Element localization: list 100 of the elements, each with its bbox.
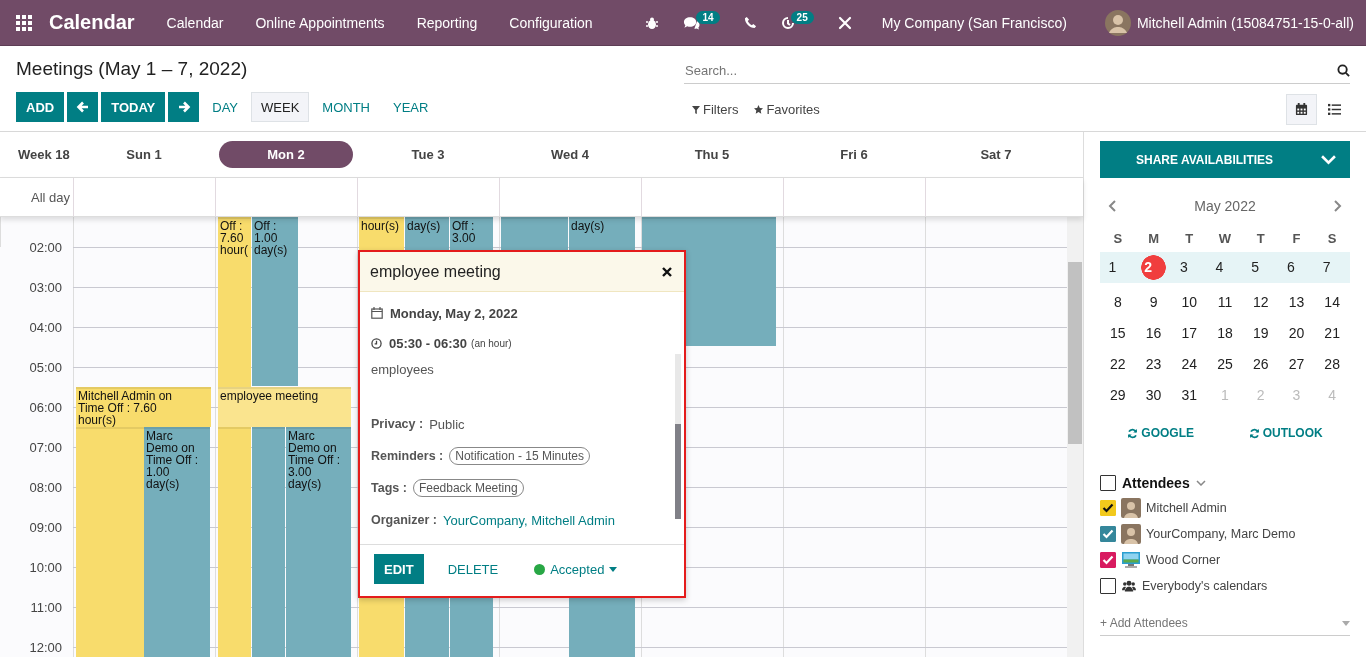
previous-button[interactable] xyxy=(67,92,99,122)
calendar-day[interactable]: 5 xyxy=(1242,252,1279,283)
next-month-icon[interactable] xyxy=(1334,200,1342,212)
user-menu[interactable]: Mitchell Admin (15084751-15-0-all) xyxy=(1136,14,1354,31)
attendees-filter-title[interactable]: Attendees xyxy=(1122,475,1190,491)
calendar-day[interactable]: 28 xyxy=(1314,349,1350,380)
apps-menu-icon[interactable] xyxy=(16,14,32,31)
organizer-link[interactable]: YourCompany, Mitchell Admin xyxy=(443,512,615,528)
calendar-day[interactable]: 12 xyxy=(1242,287,1279,318)
search-field[interactable]: Search... xyxy=(684,62,1337,78)
calendar-day[interactable]: 4 xyxy=(1207,252,1243,283)
scale-tab[interactable]: DAY xyxy=(202,92,248,122)
day-header[interactable]: Sun 1 xyxy=(73,141,215,168)
calendar-day[interactable]: 26 xyxy=(1242,349,1279,380)
calendar-event[interactable]: Off : 1.00 day(s) xyxy=(252,217,298,386)
user-avatar-icon[interactable] xyxy=(1104,9,1131,36)
calendar-day[interactable]: 30 xyxy=(1135,380,1172,411)
calendar-day[interactable]: 20 xyxy=(1278,318,1315,349)
activity-count-badge: 25 xyxy=(790,11,814,24)
calendar-view-button[interactable] xyxy=(1286,94,1317,125)
calendar-day[interactable]: 18 xyxy=(1207,318,1243,349)
checkbox[interactable] xyxy=(1100,552,1116,568)
scale-tab[interactable]: YEAR xyxy=(383,92,439,122)
calendar-day[interactable]: 2 xyxy=(1135,252,1172,283)
calendar-day[interactable]: 19 xyxy=(1242,318,1279,349)
clock-icon[interactable] xyxy=(780,15,795,30)
day-header[interactable]: Thu 5 xyxy=(641,141,783,168)
message-count-badge: 14 xyxy=(696,11,720,24)
event-date: Monday, May 2, 2022 xyxy=(390,305,518,321)
calendar-day[interactable]: 13 xyxy=(1278,287,1315,318)
checkbox[interactable] xyxy=(1100,578,1116,594)
calendar-day[interactable]: 11 xyxy=(1207,287,1243,318)
add-attendees-field[interactable]: + Add Attendees xyxy=(1100,616,1342,630)
next-button[interactable] xyxy=(168,92,200,122)
menu-item[interactable]: Configuration xyxy=(509,14,593,31)
calendar-day[interactable]: 14 xyxy=(1314,287,1350,318)
company-switcher[interactable]: My Company (San Francisco) xyxy=(881,14,1067,31)
menu-item[interactable]: Calendar xyxy=(166,14,224,31)
calendar-day[interactable]: 29 xyxy=(1100,380,1136,411)
calendar-event[interactable]: Off : 7.60 hour( xyxy=(218,217,251,387)
calendar-day[interactable]: 10 xyxy=(1171,287,1208,318)
calendar-day[interactable]: 9 xyxy=(1135,287,1172,318)
day-header[interactable]: Fri 6 xyxy=(783,141,925,168)
calendar-event[interactable]: employee meeting xyxy=(218,387,351,427)
sync-button[interactable]: OUTLOOK xyxy=(1242,425,1329,441)
monitor-icon xyxy=(1121,550,1141,570)
calendar-day[interactable]: 15 xyxy=(1100,318,1136,349)
previous-month-icon[interactable] xyxy=(1108,200,1116,212)
chevron-down-icon[interactable] xyxy=(1195,480,1206,486)
attendee-name[interactable]: Wood Corner xyxy=(1146,553,1221,567)
attendee-name[interactable]: Everybody's calendars xyxy=(1142,579,1268,593)
checkbox[interactable] xyxy=(1100,475,1116,491)
attendee-name[interactable]: YourCompany, Marc Demo xyxy=(1146,527,1296,541)
day-header[interactable]: Wed 4 xyxy=(499,141,641,168)
delete-button[interactable]: DELETE xyxy=(441,560,505,578)
scale-tab[interactable]: WEEK xyxy=(251,92,310,122)
calendar-day[interactable]: 23 xyxy=(1135,349,1172,380)
list-icon xyxy=(1328,103,1341,116)
calendar-event[interactable]: Marc Demo on Time Off : 1.00 day(s) xyxy=(144,427,210,657)
sync-button[interactable]: GOOGLE xyxy=(1121,425,1200,441)
add-button[interactable]: ADD xyxy=(16,92,65,122)
calendar-day[interactable]: 6 xyxy=(1278,252,1315,283)
day-header[interactable]: Mon 2 xyxy=(219,141,353,168)
scrollbar[interactable] xyxy=(1067,217,1083,657)
edit-button[interactable]: EDIT xyxy=(374,554,424,584)
calendar-event[interactable]: Marc Demo on Time Off : 3.00 day(s) xyxy=(286,427,351,657)
calendar-event[interactable]: Mitchell Admin on Time Off : 7.60 hour(s) xyxy=(76,387,211,427)
calendar-day[interactable]: 8 xyxy=(1100,287,1136,318)
calendar-day[interactable]: 17 xyxy=(1171,318,1208,349)
avatar-icon xyxy=(1121,498,1141,518)
calendar-day[interactable]: 3 xyxy=(1171,252,1208,283)
today-button[interactable]: TODAY xyxy=(101,92,166,122)
close-icon[interactable] xyxy=(662,266,672,277)
calendar-day[interactable]: 27 xyxy=(1278,349,1315,380)
day-header[interactable]: Sat 7 xyxy=(925,141,1067,168)
share-availabilities-button[interactable]: SHARE AVAILABILITIES xyxy=(1100,141,1350,178)
phone-icon[interactable] xyxy=(743,16,757,29)
attendance-status-dropdown[interactable]: Accepted xyxy=(528,560,624,578)
hour-label: 05:00 xyxy=(28,360,63,375)
search-icon[interactable] xyxy=(1337,63,1350,77)
calendar-day[interactable]: 16 xyxy=(1135,318,1172,349)
calendar-day[interactable]: 31 xyxy=(1171,380,1208,411)
checkbox[interactable] xyxy=(1100,526,1116,542)
chat-icon[interactable] xyxy=(683,15,701,30)
avatar-icon xyxy=(1121,524,1141,544)
menu-item[interactable]: Reporting xyxy=(416,14,478,31)
day-header[interactable]: Tue 3 xyxy=(357,141,499,168)
calendar-day[interactable]: 21 xyxy=(1314,318,1350,349)
menu-item[interactable]: Online Appointments xyxy=(255,14,385,31)
calendar-day[interactable]: 7 xyxy=(1314,252,1350,283)
tools-icon[interactable] xyxy=(837,15,852,30)
attendee-name[interactable]: Mitchell Admin xyxy=(1146,501,1227,515)
calendar-day[interactable]: 24 xyxy=(1171,349,1208,380)
scale-tab[interactable]: MONTH xyxy=(312,92,380,122)
calendar-day[interactable]: 1 xyxy=(1100,252,1136,283)
calendar-day[interactable]: 25 xyxy=(1207,349,1243,380)
filters-button[interactable]: Filters xyxy=(684,102,747,117)
bug-icon[interactable] xyxy=(645,15,660,30)
calendar-day[interactable]: 22 xyxy=(1100,349,1136,380)
favorites-button[interactable]: Favorites xyxy=(746,102,828,117)
